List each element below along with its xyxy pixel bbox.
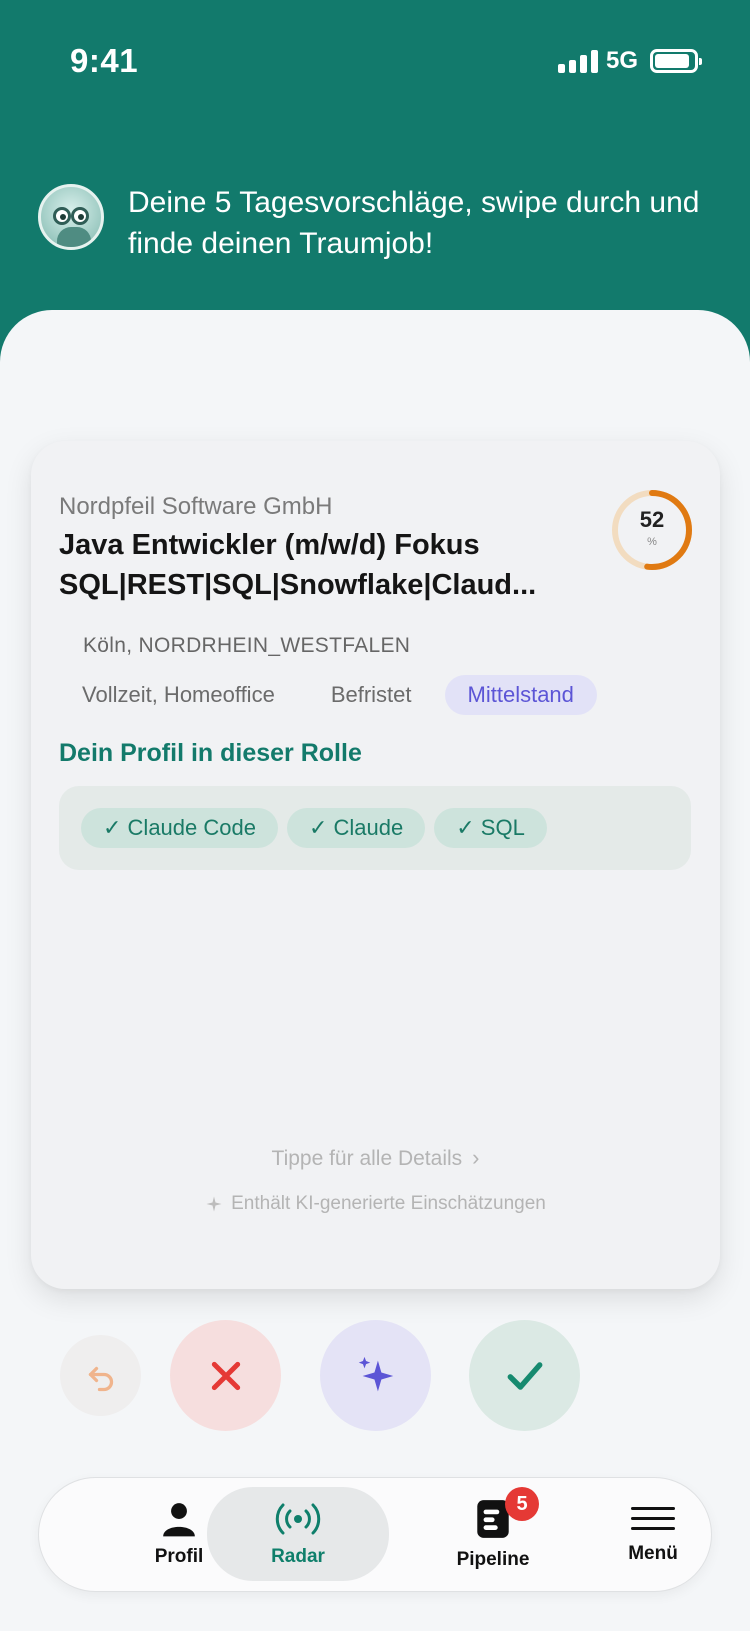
tab-menu[interactable]: Menü (573, 1478, 733, 1590)
like-button[interactable] (469, 1320, 580, 1431)
skill-chip: ✓ Claude (286, 808, 426, 848)
tab-pipeline-label: Pipeline (456, 1549, 530, 1570)
matched-skills: ✓ Claude Code ✓ Claude ✓ SQL (59, 786, 691, 870)
assistant-greeting: Deine 5 Tagesvorschläge, swipe durch und… (38, 182, 710, 264)
reject-button[interactable] (170, 1320, 281, 1431)
swipe-actions (0, 1320, 750, 1431)
details-link[interactable]: Tippe für alle Details › (31, 1145, 720, 1171)
skill-chip: ✓ Claude Code (81, 808, 278, 848)
details-link-label: Tippe für alle Details (271, 1147, 463, 1170)
sparkle-icon (358, 1356, 393, 1391)
status-bar: 9:41 5G (0, 0, 750, 120)
sparkle-small-icon (206, 1196, 222, 1212)
match-score-unit: % (647, 536, 657, 548)
skill-chip: ✓ SQL (434, 808, 547, 848)
x-icon (211, 1361, 240, 1390)
greeting-text: Deine 5 Tagesvorschläge, swipe durch und… (128, 186, 700, 260)
undo-button[interactable] (60, 1335, 141, 1416)
check-icon (507, 1361, 542, 1390)
tab-menu-label: Menü (628, 1543, 678, 1564)
bottom-tab-bar: Radar Profil Pipeline 5 Menü (38, 1477, 712, 1592)
match-score-value: 52 (639, 507, 665, 532)
profile-section-title: Dein Profil in dieser Rolle (59, 739, 362, 767)
status-time: 9:41 (70, 42, 139, 79)
tab-profil[interactable]: Profil (99, 1478, 259, 1590)
tab-radar-label: Radar (271, 1546, 325, 1567)
ai-disclaimer: Enthält KI-generierte Einschätzungen (31, 1193, 720, 1215)
person-icon (163, 1503, 195, 1537)
menu-icon (631, 1507, 675, 1530)
owl-avatar (38, 184, 104, 250)
tab-pipeline[interactable]: Pipeline 5 (413, 1478, 573, 1590)
tag-employment: Vollzeit, Homeoffice (82, 682, 275, 707)
tab-profil-label: Profil (154, 1546, 204, 1567)
pipeline-badge: 5 (505, 1487, 539, 1521)
tag-contract: Befristet (330, 682, 412, 707)
radar-icon (275, 1503, 321, 1535)
job-title: Java Entwickler (m/w/d) Fokus SQL|REST|S… (59, 529, 537, 601)
super-like-button[interactable] (320, 1320, 431, 1431)
ai-disclaimer-text: Enthält KI-generierte Einschätzungen (231, 1193, 546, 1214)
status-indicators: 5G (557, 46, 702, 76)
company-name: Nordpfeil Software GmbH (59, 493, 333, 520)
undo-icon (88, 1366, 113, 1391)
network-label: 5G (605, 47, 638, 74)
signal-icon (557, 49, 598, 73)
job-location: Köln, NORDRHEIN_WESTFALEN (83, 634, 411, 657)
chevron-right-icon: › (472, 1145, 480, 1170)
job-card[interactable]: Nordpfeil Software GmbH Java Entwickler … (31, 441, 720, 1289)
battery-icon (650, 49, 702, 73)
match-score-ring: 52 % (609, 487, 695, 573)
tag-company-size: Mittelstand (444, 675, 597, 715)
job-tags: Vollzeit, Homeoffice Befristet Mittelsta… (59, 675, 597, 715)
